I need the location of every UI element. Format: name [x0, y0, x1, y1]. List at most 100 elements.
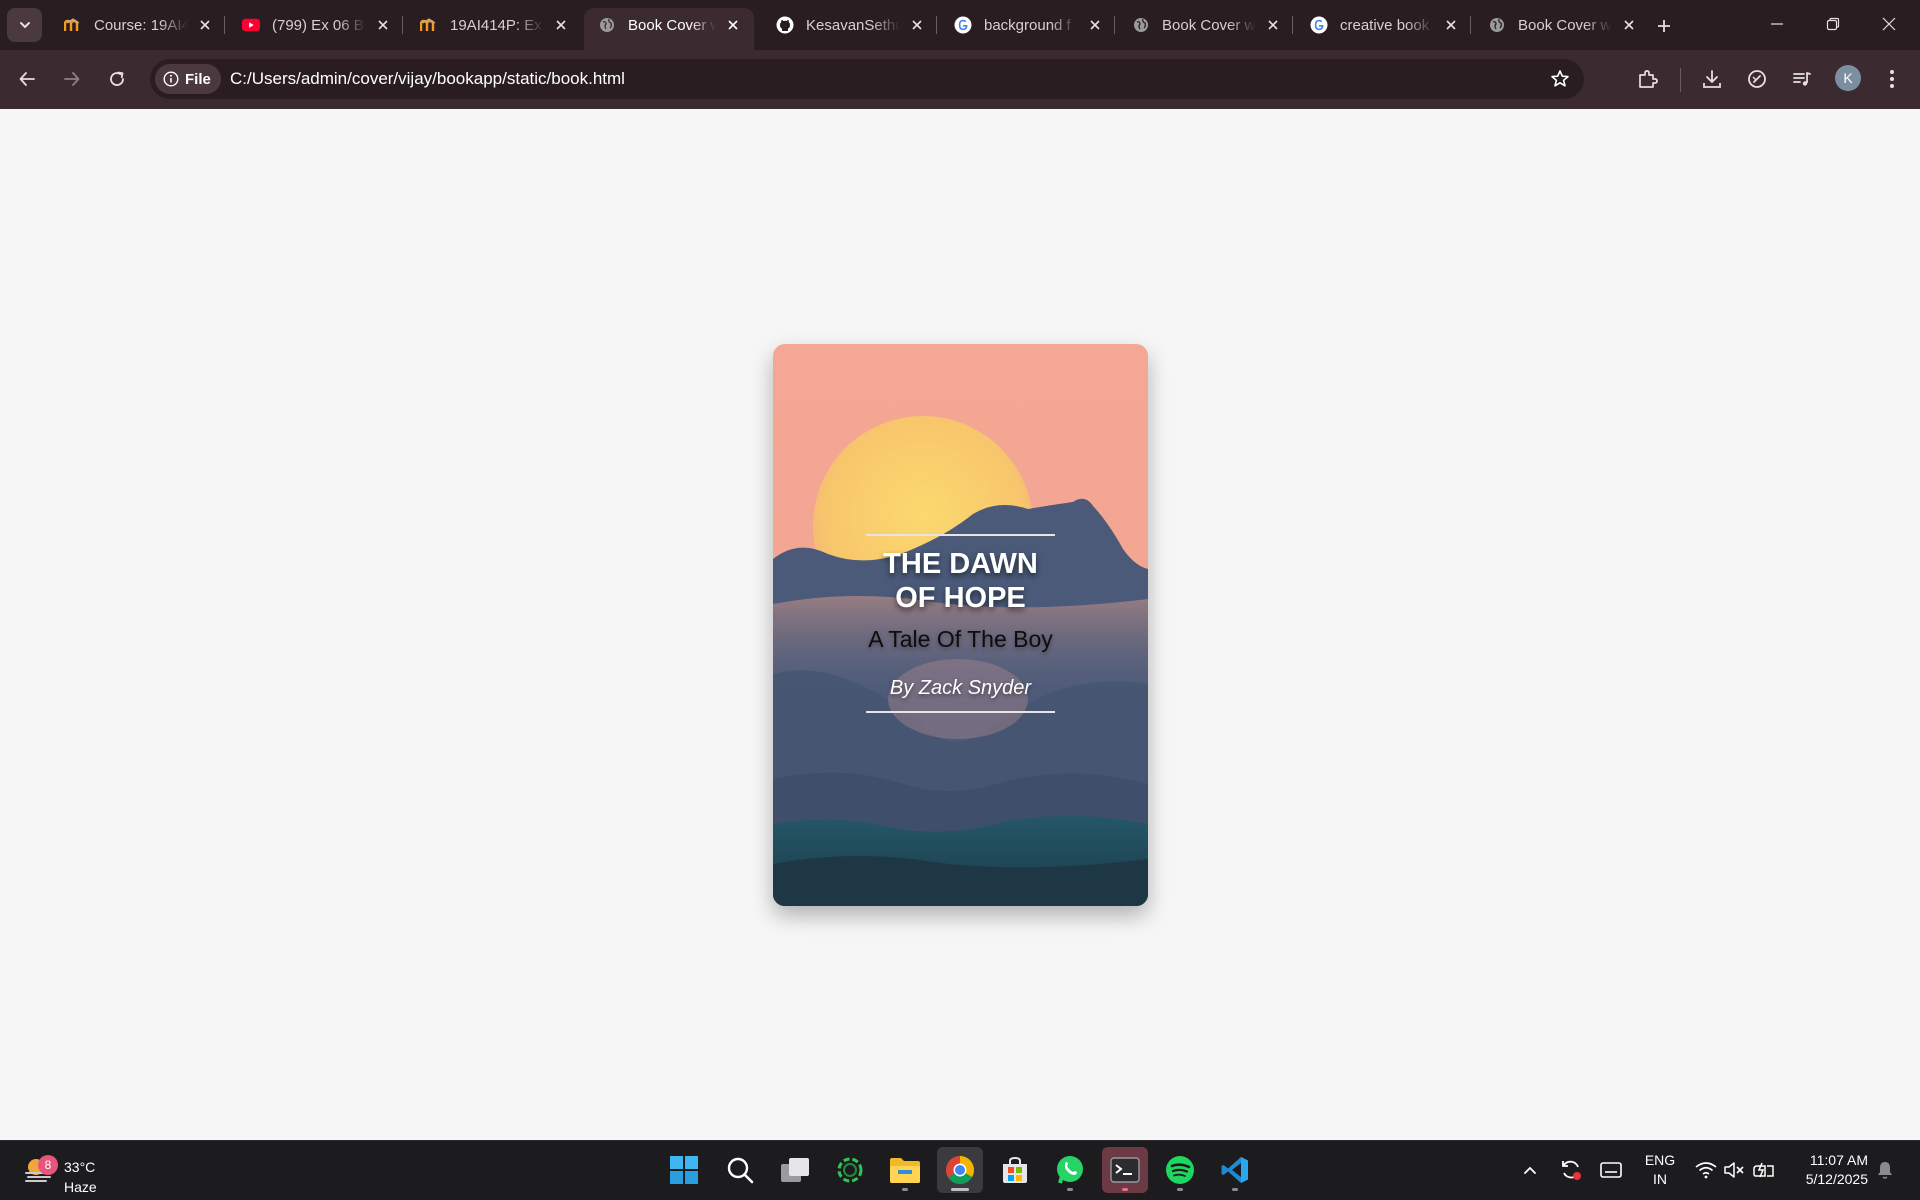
- google-icon: [954, 16, 972, 34]
- spotify-icon: [1166, 1156, 1194, 1184]
- input-language-indicator[interactable]: ENG IN: [1643, 1151, 1677, 1189]
- bottom-divider: [866, 711, 1055, 713]
- speaker-muted-icon: [1724, 1162, 1744, 1178]
- vscode-icon: [1221, 1157, 1248, 1183]
- chrome-button[interactable]: [937, 1147, 983, 1193]
- clock-date: 5/12/2025: [1805, 1171, 1868, 1187]
- globe-icon: [1132, 16, 1150, 34]
- wifi-icon: [1695, 1162, 1717, 1179]
- running-indicator: [1232, 1188, 1238, 1191]
- region-code: IN: [1653, 1171, 1667, 1187]
- tab-exercise[interactable]: 19AI414P: Ex: [406, 8, 582, 42]
- tab-label: (799) Ex 06 Book: [272, 16, 366, 34]
- tab-label: creative book: [1340, 16, 1430, 34]
- tab-label: 19AI414P: Ex: [450, 16, 542, 34]
- reload-icon: [110, 71, 124, 86]
- tab-label: Book Cover with: [628, 16, 716, 34]
- tab-book-cover-3[interactable]: Book Cover w: [1474, 8, 1650, 42]
- weather-condition: Haze: [64, 1179, 97, 1195]
- site-info-label: File: [185, 70, 211, 88]
- search-button[interactable]: [717, 1147, 763, 1193]
- moodle-icon: [420, 16, 438, 34]
- tab-divider: [402, 16, 403, 34]
- book-title: THE DAWN OF HOPE: [773, 547, 1148, 615]
- task-view-icon: [781, 1158, 809, 1182]
- url-text[interactable]: C:/Users/admin/cover/vijay/bookapp/stati…: [230, 69, 625, 89]
- reload-button[interactable]: [100, 62, 134, 96]
- task-view-button[interactable]: [772, 1147, 818, 1193]
- close-icon[interactable]: [550, 14, 572, 36]
- wifi-button[interactable]: [1691, 1155, 1721, 1185]
- downloads-button[interactable]: [1697, 64, 1727, 94]
- vscode-button[interactable]: [1212, 1147, 1258, 1193]
- menu-button[interactable]: [1877, 64, 1907, 94]
- address-bar[interactable]: File C:/Users/admin/cover/vijay/bookapp/…: [150, 59, 1584, 99]
- toolbar-divider: [1680, 68, 1681, 92]
- start-button[interactable]: [661, 1147, 707, 1193]
- extensions-button[interactable]: [1633, 64, 1663, 94]
- close-icon[interactable]: [906, 14, 928, 36]
- tab-google-creative[interactable]: creative book: [1296, 8, 1472, 42]
- close-icon[interactable]: [372, 14, 394, 36]
- close-icon[interactable]: [1262, 14, 1284, 36]
- tab-youtube[interactable]: (799) Ex 06 Book: [228, 8, 404, 42]
- battery-charging-icon: [1753, 1162, 1774, 1178]
- keyboard-icon: [1600, 1162, 1622, 1178]
- youtube-icon: [242, 16, 260, 34]
- restore-button[interactable]: [1810, 6, 1856, 42]
- touch-keyboard-button[interactable]: [1596, 1155, 1626, 1185]
- tab-label: background f: [984, 16, 1071, 34]
- media-control-button[interactable]: [1787, 64, 1817, 94]
- tab-divider: [224, 16, 225, 34]
- star-icon: [1551, 70, 1569, 87]
- notifications-button[interactable]: [1870, 1155, 1900, 1185]
- profile-avatar[interactable]: K: [1835, 65, 1861, 91]
- tab-book-cover-active[interactable]: Book Cover with: [584, 8, 754, 50]
- notification-badge: 8: [38, 1155, 58, 1175]
- tab-label: Course: 19AI414P: [94, 16, 188, 34]
- tab-divider: [1470, 16, 1471, 34]
- tab-label: Book Cover w: [1162, 16, 1256, 34]
- spotify-button[interactable]: [1157, 1147, 1203, 1193]
- close-window-button[interactable]: [1866, 6, 1912, 42]
- weather-widget[interactable]: 8 33°C Haze: [20, 1149, 110, 1195]
- google-icon: [1310, 16, 1328, 34]
- close-icon[interactable]: [1084, 14, 1106, 36]
- tab-google-background[interactable]: background f: [940, 8, 1116, 42]
- microsoft-store-button[interactable]: [992, 1147, 1038, 1193]
- taskbar-clock[interactable]: 11:07 AM 5/12/2025: [1790, 1151, 1868, 1189]
- volume-button[interactable]: [1719, 1155, 1749, 1185]
- restore-icon: [1826, 17, 1840, 31]
- back-button[interactable]: [10, 62, 44, 96]
- bookmark-button[interactable]: [1548, 67, 1572, 91]
- battery-button[interactable]: [1749, 1155, 1779, 1185]
- download-icon: [1703, 70, 1721, 88]
- tab-course[interactable]: Course: 19AI414P: [50, 8, 226, 42]
- chrome-icon: [946, 1156, 974, 1184]
- whatsapp-button[interactable]: [1047, 1147, 1093, 1193]
- tab-search-button[interactable]: [7, 8, 42, 42]
- close-icon[interactable]: [1440, 14, 1462, 36]
- active-indicator: [1122, 1188, 1128, 1191]
- arrow-left-icon: [19, 72, 35, 86]
- show-hidden-icons-button[interactable]: [1515, 1155, 1545, 1185]
- file-explorer-button[interactable]: [882, 1147, 928, 1193]
- search-icon: [727, 1157, 754, 1184]
- minimize-button[interactable]: [1754, 6, 1800, 42]
- close-icon[interactable]: [722, 14, 744, 36]
- new-tab-button[interactable]: [1650, 12, 1678, 40]
- tab-divider: [1114, 16, 1115, 34]
- running-indicator: [1067, 1188, 1073, 1191]
- tab-github[interactable]: KesavanSethu: [762, 8, 938, 42]
- performance-button[interactable]: [1742, 64, 1772, 94]
- tab-book-cover-2[interactable]: Book Cover w: [1118, 8, 1294, 42]
- book-title-line-2: OF HOPE: [895, 582, 1026, 614]
- site-info-chip[interactable]: File: [155, 64, 221, 94]
- sync-status-button[interactable]: [1556, 1155, 1586, 1185]
- terminal-button[interactable]: [1102, 1147, 1148, 1193]
- forward-button[interactable]: [55, 62, 89, 96]
- close-icon[interactable]: [1618, 14, 1640, 36]
- app-loader[interactable]: [827, 1147, 873, 1193]
- windows-logo-icon: [670, 1156, 698, 1184]
- close-icon[interactable]: [194, 14, 216, 36]
